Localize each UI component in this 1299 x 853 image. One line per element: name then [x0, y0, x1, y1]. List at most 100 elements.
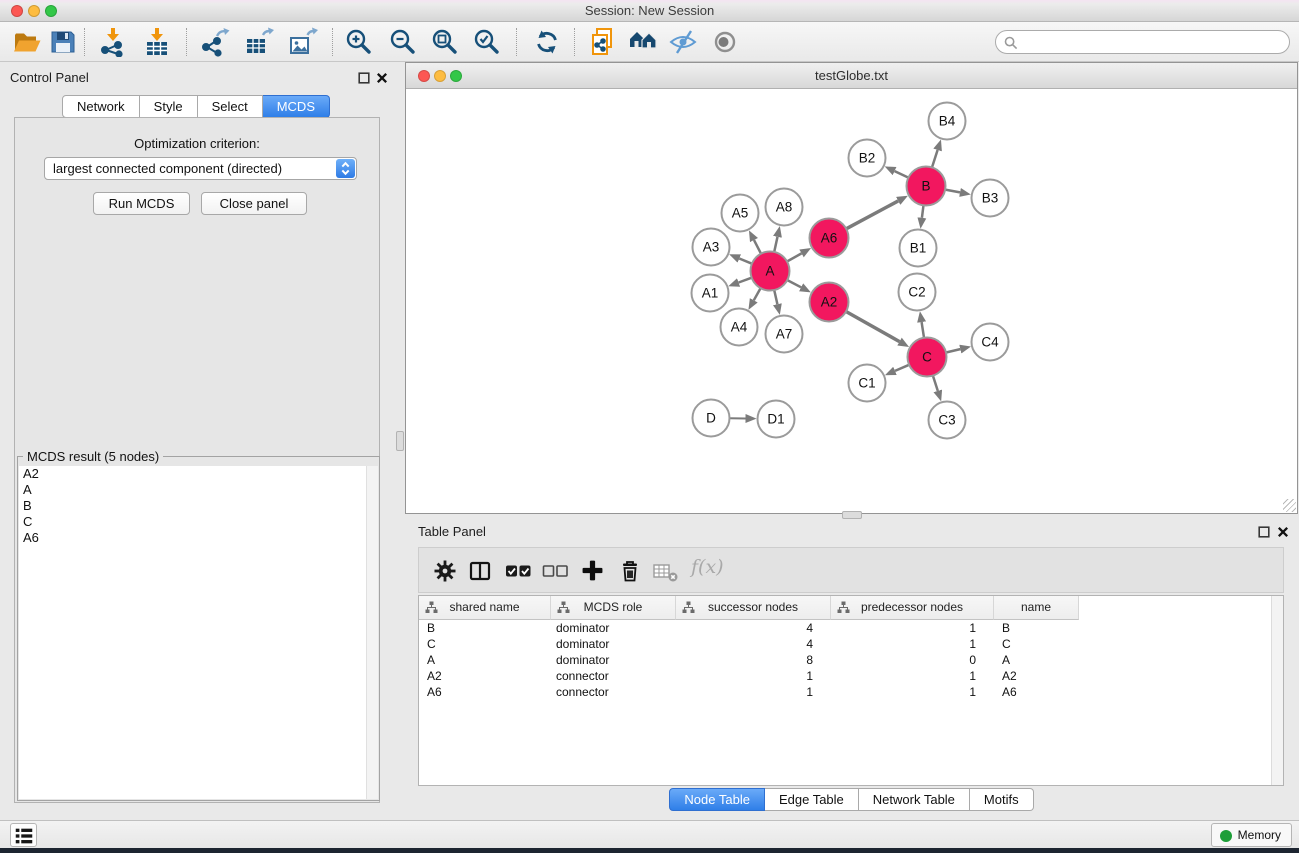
cell-shared-name[interactable]: A2	[419, 668, 551, 684]
graph-node-B3[interactable]: B3	[972, 180, 1009, 217]
cell-mcds-role[interactable]: connector	[551, 684, 676, 700]
graph-edge-A2-C[interactable]	[846, 312, 900, 342]
tab-mcds[interactable]: MCDS	[263, 95, 330, 118]
zoom-fit-icon[interactable]	[430, 27, 460, 57]
graph-node-B2[interactable]: B2	[849, 140, 886, 177]
column-header-name[interactable]: name	[994, 596, 1079, 620]
graph-node-A8[interactable]: A8	[766, 189, 803, 226]
cell-successor[interactable]: 8	[676, 652, 831, 668]
add-column-icon[interactable]	[581, 559, 604, 587]
graph-edge-B-B2[interactable]	[895, 171, 909, 178]
graph-edge-A-A2[interactable]	[787, 280, 801, 287]
tab-motifs[interactable]: Motifs	[970, 788, 1034, 811]
cell-shared-name[interactable]: A	[419, 652, 551, 668]
graph-node-B4[interactable]: B4	[929, 103, 966, 140]
cell-successor[interactable]: 4	[676, 620, 831, 636]
table-row[interactable]: Cdominator41C	[419, 636, 1271, 652]
unselect-all-columns-icon[interactable]	[542, 563, 569, 584]
mcds-result-item[interactable]: C	[19, 514, 378, 530]
graph-node-A[interactable]: A	[751, 252, 790, 291]
graph-edge-B-B4[interactable]	[932, 150, 938, 167]
cell-predecessor[interactable]: 1	[831, 684, 994, 700]
export-network-icon[interactable]	[200, 27, 230, 57]
cell-shared-name[interactable]: C	[419, 636, 551, 652]
zoom-selected-icon[interactable]	[472, 27, 502, 57]
float-panel-icon[interactable]	[358, 71, 371, 84]
close-panel-icon[interactable]	[376, 71, 389, 84]
tab-style[interactable]: Style	[140, 95, 198, 118]
cell-successor[interactable]: 1	[676, 684, 831, 700]
graph-node-A3[interactable]: A3	[693, 229, 730, 266]
graph-node-A1[interactable]: A1	[692, 275, 729, 312]
open-file-icon[interactable]	[12, 27, 42, 57]
graph-edge-A-A1[interactable]	[739, 278, 752, 283]
graph-node-A5[interactable]: A5	[722, 195, 759, 232]
graph-edge-A-A4[interactable]	[754, 288, 761, 300]
cell-name[interactable]: A2	[994, 668, 1079, 684]
network-snapshot-icon[interactable]	[588, 27, 618, 57]
cell-name[interactable]: A	[994, 652, 1079, 668]
graph-edge-C-C3[interactable]	[933, 376, 938, 391]
cell-name[interactable]: C	[994, 636, 1079, 652]
cell-mcds-role[interactable]: dominator	[551, 636, 676, 652]
graph-edge-A-A7[interactable]	[774, 290, 777, 304]
table-row[interactable]: Adominator80A	[419, 652, 1271, 668]
cell-predecessor[interactable]: 1	[831, 620, 994, 636]
zoom-out-icon[interactable]	[388, 27, 418, 57]
graph-edge-A-A5[interactable]	[754, 240, 761, 254]
import-table-icon[interactable]	[142, 27, 172, 57]
cell-shared-name[interactable]: A6	[419, 684, 551, 700]
tab-node-table[interactable]: Node Table	[669, 788, 765, 811]
show-column-icon[interactable]	[468, 559, 492, 588]
graph-node-A7[interactable]: A7	[766, 316, 803, 353]
cell-predecessor[interactable]: 1	[831, 636, 994, 652]
column-header-shared-name[interactable]: shared name	[419, 596, 551, 620]
graph-edge-B-B1[interactable]	[922, 205, 924, 218]
graph-node-C[interactable]: C	[908, 338, 947, 377]
cell-mcds-role[interactable]: dominator	[551, 652, 676, 668]
graph-node-B1[interactable]: B1	[900, 230, 937, 267]
graph-node-C4[interactable]: C4	[972, 324, 1009, 361]
refresh-icon[interactable]	[532, 27, 562, 57]
graph-edge-A-A8[interactable]	[774, 237, 777, 252]
run-mcds-button[interactable]: Run MCDS	[93, 192, 190, 215]
cell-predecessor[interactable]: 0	[831, 652, 994, 668]
cell-predecessor[interactable]: 1	[831, 668, 994, 684]
graph-edge-C-C1[interactable]	[895, 365, 909, 371]
table-scrollbar[interactable]	[1271, 596, 1283, 785]
graph-node-A4[interactable]: A4	[721, 309, 758, 346]
graph-edge-C-C4[interactable]	[946, 349, 960, 352]
graph-node-D[interactable]: D	[693, 400, 730, 437]
optimization-criterion-select[interactable]: largest connected component (directed)	[44, 157, 357, 180]
mcds-result-list[interactable]: A2ABCA6	[19, 466, 378, 799]
graph-node-C1[interactable]: C1	[849, 365, 886, 402]
cell-name[interactable]: A6	[994, 684, 1079, 700]
graph-edge-A-A3[interactable]	[739, 259, 752, 264]
graph-node-A6[interactable]: A6	[810, 219, 849, 258]
task-history-button[interactable]	[10, 823, 37, 847]
graph-edge-B-B3[interactable]	[945, 190, 960, 193]
select-all-columns-icon[interactable]	[505, 563, 532, 584]
zoom-in-icon[interactable]	[344, 27, 374, 57]
search-input[interactable]	[1022, 33, 1282, 52]
network-window-title-bar[interactable]: testGlobe.txt	[406, 63, 1297, 89]
export-table-icon[interactable]	[244, 27, 274, 57]
table-row[interactable]: Bdominator41B	[419, 620, 1271, 636]
cell-mcds-role[interactable]: dominator	[551, 620, 676, 636]
tab-network[interactable]: Network	[62, 95, 140, 118]
hide-graphics-icon[interactable]	[668, 27, 698, 57]
function-builder-icon[interactable]: f(x)	[691, 556, 724, 578]
tab-select[interactable]: Select	[198, 95, 263, 118]
graph-edge-A6-B[interactable]	[846, 201, 898, 229]
cell-successor[interactable]: 4	[676, 636, 831, 652]
table-row[interactable]: A2connector11A2	[419, 668, 1271, 684]
close-table-panel-icon[interactable]	[1277, 525, 1290, 538]
mcds-result-item[interactable]: A6	[19, 530, 378, 546]
tab-edge-table[interactable]: Edge Table	[765, 788, 859, 811]
save-session-icon[interactable]	[48, 27, 78, 57]
mcds-result-item[interactable]: A	[19, 482, 378, 498]
column-header-predecessor-nodes[interactable]: predecessor nodes	[831, 596, 994, 620]
graph-node-C3[interactable]: C3	[929, 402, 966, 439]
graph-edge-C-C2[interactable]	[922, 322, 924, 338]
tab-network-table[interactable]: Network Table	[859, 788, 970, 811]
